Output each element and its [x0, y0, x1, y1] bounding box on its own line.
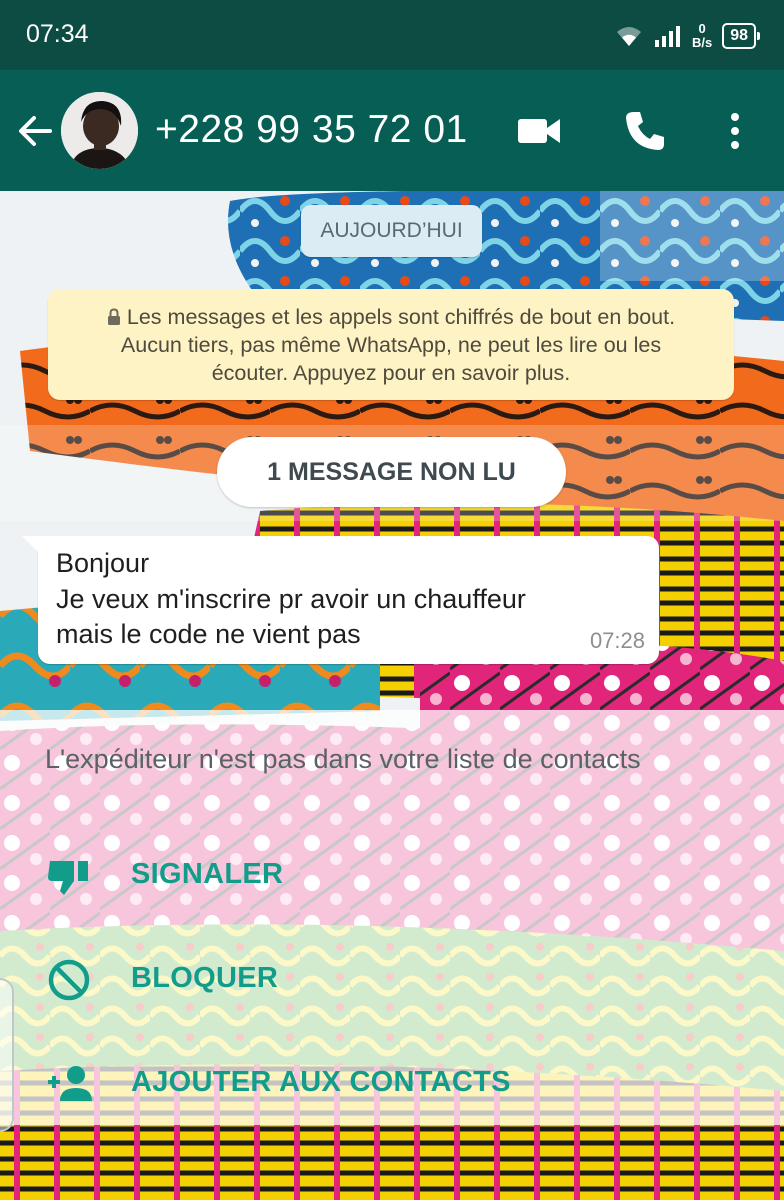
message-line-1: Bonjour: [56, 548, 150, 578]
add-contact-button[interactable]: AJOUTER AUX CONTACTS: [0, 1048, 784, 1118]
add-contact-label: AJOUTER AUX CONTACTS: [131, 1066, 511, 1098]
battery-level: 98: [730, 27, 748, 44]
notice-line-2: Aucun tiers, pas même WhatsApp, ne peut …: [120, 333, 662, 357]
thumb-down-icon: [48, 861, 88, 895]
block-icon: [48, 959, 90, 1001]
chat-area: AUJOURD’HUI Les messages et les appels s…: [0, 191, 784, 1200]
back-arrow-icon[interactable]: [14, 110, 56, 152]
notice-line-3: écouter. Appuyez pour en savoir plus.: [211, 361, 571, 385]
unknown-sender-note: L'expéditeur n'est pas dans votre liste …: [45, 744, 641, 774]
contact-name[interactable]: +228 99 35 72 01: [155, 108, 468, 152]
status-bar: 07:34 0 B/s 98: [0, 0, 784, 70]
block-label: BLOQUER: [131, 962, 279, 994]
notice-line-1: Les messages et les appels sont chiffrés…: [126, 305, 676, 329]
more-vert-icon[interactable]: [712, 108, 758, 154]
unread-divider: 1 MESSAGE NON LU: [217, 437, 566, 507]
net-speed-unit: B/s: [691, 35, 713, 50]
report-label: SIGNALER: [131, 858, 284, 890]
report-button[interactable]: SIGNALER: [0, 840, 784, 910]
status-time: 07:34: [26, 20, 89, 48]
phone-icon[interactable]: [622, 108, 668, 154]
signal-icon: [654, 26, 680, 47]
net-speed: 0 B/s: [692, 22, 712, 50]
status-icons: 0 B/s 98: [614, 17, 760, 55]
message-time: 07:28: [589, 628, 645, 653]
block-button[interactable]: BLOQUER: [0, 944, 784, 1014]
avatar[interactable]: [61, 92, 138, 169]
date-divider: AUJOURD’HUI: [301, 205, 482, 257]
net-speed-value: 0: [698, 21, 706, 36]
wifi-icon: [616, 27, 641, 46]
message-line-3: mais le code ne vient pas: [56, 619, 361, 649]
unknown-sender-panel: L'expéditeur n'est pas dans votre liste …: [0, 710, 784, 1125]
edge-panel-handle[interactable]: [0, 978, 14, 1132]
message-line-2: Je veux m'inscrire pr avoir un chauffeur: [56, 584, 526, 614]
video-call-icon[interactable]: [516, 108, 562, 154]
add-person-icon: [48, 1066, 92, 1101]
chat-header: +228 99 35 72 01: [0, 70, 784, 191]
encryption-notice[interactable]: Les messages et les appels sont chiffrés…: [48, 289, 734, 400]
lock-icon: [107, 308, 120, 325]
incoming-message[interactable]: Bonjour Je veux m'inscrire pr avoir un c…: [22, 536, 659, 664]
notice-line: Les messages et les appels sont chiffrés…: [68, 303, 714, 331]
battery-icon: 98: [722, 23, 760, 49]
